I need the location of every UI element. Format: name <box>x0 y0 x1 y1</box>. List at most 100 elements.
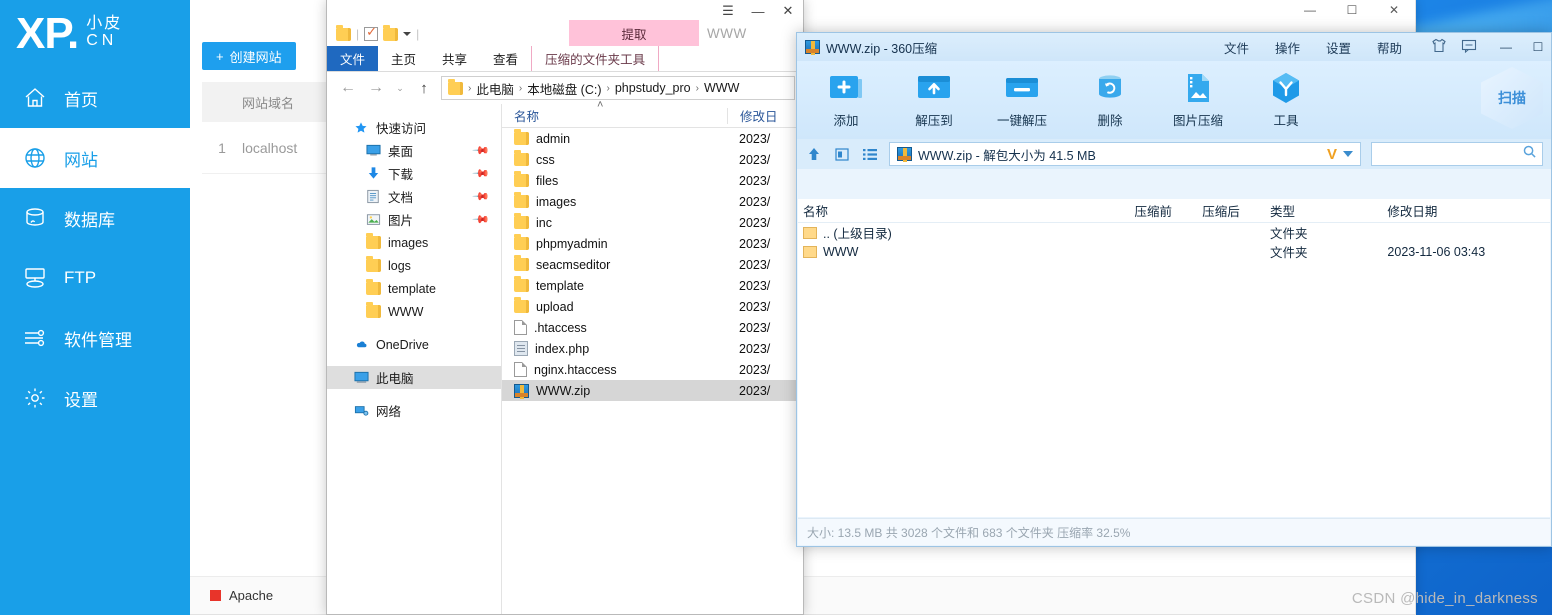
pin-icon[interactable]: 📌 <box>472 141 491 160</box>
new-folder-icon[interactable] <box>383 24 399 41</box>
file-row-seacmseditor[interactable]: seacmseditor 2023/ <box>502 254 803 275</box>
zip-minimize-button[interactable]: — <box>1493 36 1519 58</box>
chevron-down-icon[interactable] <box>403 32 412 36</box>
feedback-icon[interactable] <box>1461 39 1477 56</box>
sidebar-item-database[interactable]: 数据库 <box>0 188 190 248</box>
file-date-cell: 2023/ <box>739 236 771 251</box>
phpstudy-minimize-button[interactable]: — <box>1289 0 1331 20</box>
nav-item-quick-access[interactable]: 快速访问 <box>327 116 501 139</box>
zip-maximize-button[interactable]: ☐ <box>1525 36 1551 58</box>
file-row-htaccess[interactable]: .htaccess 2023/ <box>502 317 803 338</box>
database-icon <box>22 205 48 231</box>
file-date-cell: 2023/ <box>739 278 771 293</box>
menu-file[interactable]: 文件 <box>1211 38 1262 57</box>
folder-icon[interactable] <box>336 24 351 41</box>
sidebar-item-home[interactable]: 首页 <box>0 68 190 128</box>
create-website-button[interactable]: + 创建网站 <box>202 42 296 70</box>
back-arrow-icon[interactable]: ← <box>337 77 359 99</box>
sidebar-item-ftp[interactable]: FTP <box>0 248 190 308</box>
column-header-name[interactable]: 名称 <box>502 106 727 125</box>
breadcrumb-item-2[interactable]: phpstudy_pro <box>615 81 691 95</box>
file-row-index-php[interactable]: index.php 2023/ <box>502 338 803 359</box>
archive-row-www[interactable]: WWW 文件夹 2023-11-06 03:43 <box>798 242 1550 261</box>
logo-text-cn: 小皮 CN <box>86 15 122 52</box>
breadcrumb-item-0[interactable]: 此电脑 <box>476 79 514 98</box>
file-row-upload[interactable]: upload 2023/ <box>502 296 803 317</box>
one-click-extract-button[interactable]: 一键解压 <box>991 71 1053 129</box>
file-row-www-zip[interactable]: WWW.zip 2023/ <box>502 380 803 401</box>
tab-home[interactable]: 主页 <box>378 46 429 71</box>
up-arrow-icon[interactable]: ↑ <box>413 77 435 99</box>
nav-item-downloads[interactable]: 下载 📌 <box>327 162 501 185</box>
file-row-css[interactable]: css 2023/ <box>502 149 803 170</box>
view-thumbnails-icon[interactable] <box>833 145 851 163</box>
tab-share[interactable]: 共享 <box>429 46 480 71</box>
add-button[interactable]: 添加 <box>815 71 877 129</box>
nav-item-desktop[interactable]: 桌面 📌 <box>327 139 501 162</box>
image-compress-button[interactable]: 图片压缩 <box>1167 71 1229 129</box>
nav-item-onedrive[interactable]: OneDrive <box>327 333 501 356</box>
menu-operation[interactable]: 操作 <box>1262 38 1313 57</box>
sidebar-item-label-database: 数据库 <box>64 210 115 230</box>
view-list-icon[interactable] <box>861 145 879 163</box>
sidebar-item-software[interactable]: 软件管理 <box>0 308 190 368</box>
nav-item-www[interactable]: WWW <box>327 300 501 323</box>
forward-arrow-icon[interactable]: → <box>365 77 387 99</box>
column-header-date[interactable]: 修改日期 <box>1387 201 1550 220</box>
download-icon <box>365 166 381 182</box>
column-header-name[interactable]: 名称 <box>798 201 1135 220</box>
file-row-template[interactable]: template 2023/ <box>502 275 803 296</box>
menu-help[interactable]: 帮助 <box>1364 38 1415 57</box>
breadcrumb[interactable]: › 此电脑 › 本地磁盘 (C:) › phpstudy_pro › WWW <box>441 76 795 100</box>
recent-locations-icon[interactable]: ⌄ <box>393 77 407 99</box>
file-row-phpmyadmin[interactable]: phpmyadmin 2023/ <box>502 233 803 254</box>
sidebar-item-website[interactable]: 网站 <box>0 128 190 188</box>
nav-item-template[interactable]: template <box>327 277 501 300</box>
skin-icon[interactable] <box>1431 38 1447 56</box>
file-row-admin[interactable]: admin 2023/ <box>502 128 803 149</box>
pin-icon[interactable]: 📌 <box>472 187 491 206</box>
extract-to-button[interactable]: 解压到 <box>903 71 965 129</box>
column-header-after[interactable]: 压缩后 <box>1202 201 1270 220</box>
delete-button[interactable]: 删除 <box>1079 71 1141 129</box>
file-row-files[interactable]: files 2023/ <box>502 170 803 191</box>
sort-indicator-icon: ˄ <box>597 99 604 111</box>
nav-item-network[interactable]: 网络 <box>327 399 501 422</box>
scan-button[interactable]: 扫描 <box>1481 67 1543 129</box>
explorer-menu-icon[interactable]: ☰ <box>713 0 743 22</box>
breadcrumb-item-1[interactable]: 本地磁盘 (C:) <box>527 79 601 98</box>
file-row-nginx-htaccess[interactable]: nginx.htaccess 2023/ <box>502 359 803 380</box>
column-header-date[interactable]: 修改日 <box>727 107 778 124</box>
search-input[interactable] <box>1371 142 1543 166</box>
phpstudy-maximize-button[interactable]: ☐ <box>1331 0 1373 20</box>
menu-settings[interactable]: 设置 <box>1313 38 1364 57</box>
nav-item-documents[interactable]: 文档 📌 <box>327 185 501 208</box>
nav-item-logs[interactable]: logs <box>327 254 501 277</box>
tab-compressed-folder-tools[interactable]: 压缩的文件夹工具 <box>531 46 660 71</box>
up-arrow-icon[interactable] <box>805 145 823 163</box>
nav-item-pictures[interactable]: 图片 📌 <box>327 208 501 231</box>
file-row-images[interactable]: images 2023/ <box>502 191 803 212</box>
column-header-type[interactable]: 类型 <box>1270 201 1387 220</box>
chevron-down-icon[interactable] <box>1343 151 1353 157</box>
search-icon[interactable] <box>1523 145 1536 163</box>
nav-item-images[interactable]: images <box>327 231 501 254</box>
explorer-close-button[interactable]: ✕ <box>773 0 803 22</box>
antivirus-mark-icon[interactable]: V <box>1327 146 1337 163</box>
sidebar-item-settings[interactable]: 设置 <box>0 368 190 428</box>
properties-icon[interactable] <box>364 24 379 41</box>
archive-path-field[interactable]: WWW.zip - 解包大小为 41.5 MB V <box>889 142 1361 166</box>
tools-button[interactable]: 工具 <box>1255 71 1317 129</box>
phpstudy-close-button[interactable]: ✕ <box>1373 0 1415 20</box>
breadcrumb-item-3[interactable]: WWW <box>704 81 739 95</box>
pin-icon[interactable]: 📌 <box>472 164 491 183</box>
nav-item-this-pc[interactable]: 此电脑 <box>327 366 501 389</box>
tab-file[interactable]: 文件 <box>327 46 379 71</box>
archive-row-parent[interactable]: .. (上级目录) 文件夹 <box>798 223 1550 242</box>
pin-icon[interactable]: 📌 <box>472 210 491 229</box>
tab-view[interactable]: 查看 <box>480 46 531 71</box>
sliders-icon <box>22 325 48 351</box>
file-row-inc[interactable]: inc 2023/ <box>502 212 803 233</box>
column-header-before[interactable]: 压缩前 <box>1135 201 1203 220</box>
explorer-minimize-button[interactable]: — <box>743 0 773 22</box>
